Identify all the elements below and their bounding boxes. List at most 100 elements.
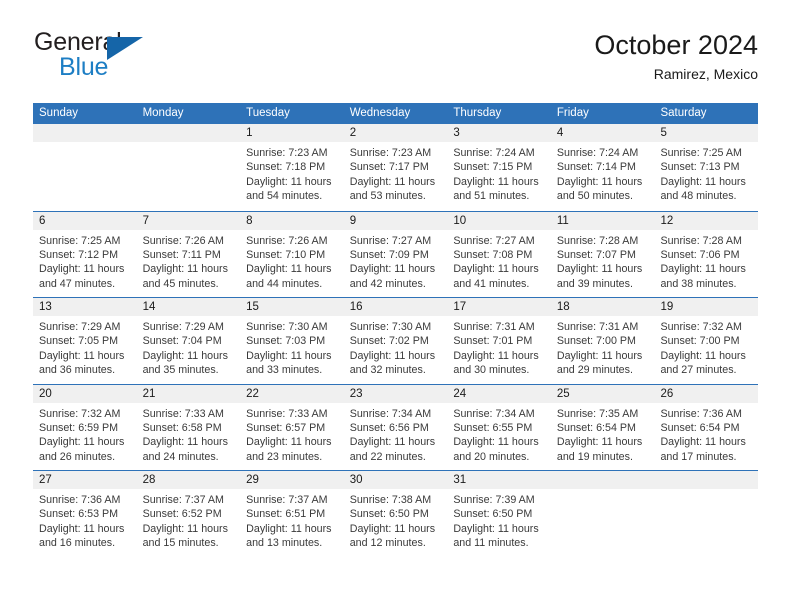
sunset-text: Sunset: 7:07 PM — [556, 248, 636, 261]
calendar-day-cell[interactable]: 6 Sunrise: 7:25 AM Sunset: 7:12 PM Daylight… — [33, 211, 137, 298]
day-number: 22 — [246, 387, 259, 400]
day-number-strip: 22 — [240, 384, 344, 403]
day-number-strip: 8 — [240, 211, 344, 230]
day-details: Sunrise: 7:32 AM Sunset: 6:59 PM Daylight:… — [33, 403, 137, 465]
calendar-day-cell[interactable]: 21 Sunrise: 7:33 AM Sunset: 6:58 PM Dayligh… — [136, 384, 241, 471]
day-details: Sunrise: 7:26 AM Sunset: 7:11 PM Daylight:… — [137, 230, 241, 292]
calendar-day-cell[interactable]: 9 Sunrise: 7:27 AM Sunset: 7:09 PM Daylight… — [343, 211, 448, 298]
brand-name-bottom: Blue — [59, 53, 109, 81]
day-number-strip: 13 — [33, 298, 137, 316]
day-number-strip: 6 — [33, 211, 137, 230]
day-number-strip: 15 — [240, 298, 344, 316]
day-details: Sunrise: 7:27 AM Sunset: 7:09 PM Daylight:… — [344, 230, 448, 292]
title-block: October 2024 Ramirez, Mexico — [594, 30, 758, 83]
day-number: 25 — [556, 387, 570, 400]
daylight-text: Daylight: 11 hours and 11 minutes. — [453, 522, 539, 550]
day-number-strip: 17 — [447, 298, 551, 316]
sunrise-text: Sunrise: 7:38 AM — [349, 494, 432, 506]
sunset-text: Sunset: 7:13 PM — [660, 161, 740, 174]
weekday-header-wednesday: Wednesday — [349, 107, 411, 119]
calendar-day-cell[interactable]: 19 Sunrise: 7:32 AM Sunset: 7:00 PM Dayligh… — [654, 298, 759, 384]
day-details: Sunrise: 7:37 AM Sunset: 6:51 PM Daylight:… — [240, 489, 344, 551]
day-number-strip: 16 — [343, 298, 448, 316]
sunrise-text: Sunrise: 7:35 AM — [556, 407, 639, 420]
calendar-day-cell[interactable]: 10 Sunrise: 7:27 AM Sunset: 7:08 PM Dayligh… — [447, 211, 551, 298]
day-number-strip — [654, 471, 759, 489]
sunrise-text: Sunrise: 7:28 AM — [556, 234, 639, 247]
sunset-text: Sunset: 7:09 PM — [349, 248, 429, 261]
calendar-day-cell[interactable]: 31 Sunrise: 7:39 AM Sunset: 6:50 PM Dayligh… — [447, 471, 551, 557]
day-number: 17 — [453, 301, 467, 313]
calendar-day-cell[interactable]: 2 Sunrise: 7:23 AM Sunset: 7:17 PM Daylight… — [343, 124, 448, 211]
calendar-day-cell[interactable]: 27 Sunrise: 7:36 AM Sunset: 6:53 PM Dayligh… — [33, 471, 137, 557]
sunrise-text: Sunrise: 7:34 AM — [453, 407, 535, 420]
day-details: Sunrise: 7:30 AM Sunset: 7:03 PM Daylight:… — [240, 316, 344, 378]
calendar-day-cell[interactable]: 15 Sunrise: 7:30 AM Sunset: 7:03 PM Dayligh… — [240, 298, 344, 384]
calendar-day-cell[interactable]: 1 Sunrise: 7:23 AM Sunset: 7:18 PM Daylight… — [240, 124, 344, 211]
sunset-text: Sunset: 7:15 PM — [453, 161, 533, 174]
daylight-text: Daylight: 11 hours and 42 minutes. — [349, 263, 436, 290]
day-number: 29 — [246, 474, 259, 486]
day-number: 14 — [142, 301, 156, 313]
calendar-day-cell[interactable]: 23 Sunrise: 7:34 AM Sunset: 6:56 PM Dayligh… — [343, 384, 448, 471]
day-number: 3 — [453, 127, 460, 139]
calendar-page: General Blue October 2024 Ramirez, Mexic… — [0, 0, 792, 612]
calendar-day-cell[interactable]: 4 Sunrise: 7:24 AM Sunset: 7:14 PM Daylight… — [550, 124, 655, 211]
page-subtitle: Ramirez, Mexico — [653, 66, 758, 83]
calendar-day-cell[interactable]: 8 Sunrise: 7:26 AM Sunset: 7:10 PM Daylight… — [240, 211, 344, 298]
day-details: Sunrise: 7:31 AM Sunset: 7:00 PM Daylight:… — [551, 316, 655, 378]
calendar-day-cell[interactable]: 24 Sunrise: 7:34 AM Sunset: 6:55 PM Dayligh… — [447, 384, 551, 471]
calendar-day-cell[interactable]: 7 Sunrise: 7:26 AM Sunset: 7:11 PM Daylight… — [136, 211, 241, 298]
day-number-strip: 10 — [447, 211, 551, 230]
daylight-text: Daylight: 11 hours and 32 minutes. — [349, 349, 436, 377]
sunrise-text: Sunrise: 7:24 AM — [556, 147, 639, 159]
day-number-strip: 11 — [550, 211, 655, 230]
calendar-day-cell[interactable]: 26 Sunrise: 7:36 AM Sunset: 6:54 PM Dayligh… — [654, 384, 759, 471]
daylight-text: Daylight: 11 hours and 47 minutes. — [39, 263, 125, 290]
sunrise-text: Sunrise: 7:29 AM — [142, 321, 224, 333]
sunset-text: Sunset: 6:55 PM — [453, 421, 533, 434]
sunset-text: Sunset: 7:12 PM — [39, 248, 119, 261]
day-number: 31 — [453, 474, 467, 486]
calendar-day-cell[interactable]: 14 Sunrise: 7:29 AM Sunset: 7:04 PM Dayligh… — [136, 298, 241, 384]
sunset-text: Sunset: 6:53 PM — [39, 508, 119, 521]
day-number-strip: 1 — [240, 124, 344, 142]
day-number-strip: 25 — [550, 384, 655, 403]
brand-logo[interactable]: General Blue — [34, 30, 214, 86]
calendar-day-cell[interactable]: 16 Sunrise: 7:30 AM Sunset: 7:02 PM Dayligh… — [343, 298, 448, 384]
calendar-day-cell[interactable]: 17 Sunrise: 7:31 AM Sunset: 7:01 PM Dayligh… — [447, 298, 551, 384]
day-details: Sunrise: 7:37 AM Sunset: 6:52 PM Daylight:… — [137, 489, 241, 551]
day-details: Sunrise: 7:26 AM Sunset: 7:10 PM Daylight:… — [240, 230, 344, 292]
day-number-strip: 23 — [343, 384, 448, 403]
day-details: Sunrise: 7:23 AM Sunset: 7:18 PM Daylight:… — [240, 142, 344, 204]
calendar-day-cell[interactable]: 22 Sunrise: 7:33 AM Sunset: 6:57 PM Dayligh… — [240, 384, 344, 471]
sunrise-text: Sunrise: 7:30 AM — [246, 321, 328, 333]
calendar-day-cell[interactable]: 30 Sunrise: 7:38 AM Sunset: 6:50 PM Dayligh… — [343, 471, 448, 557]
day-details: Sunrise: 7:34 AM Sunset: 6:55 PM Daylight:… — [447, 403, 551, 465]
calendar-day-cell[interactable]: 20 Sunrise: 7:32 AM Sunset: 6:59 PM Dayligh… — [33, 384, 137, 471]
calendar-day-cell[interactable]: 18 Sunrise: 7:31 AM Sunset: 7:00 PM Dayligh… — [550, 298, 655, 384]
daylight-text: Daylight: 11 hours and 26 minutes. — [39, 436, 125, 463]
sunrise-text: Sunrise: 7:28 AM — [660, 234, 742, 247]
calendar-day-cell[interactable]: 29 Sunrise: 7:37 AM Sunset: 6:51 PM Dayligh… — [240, 471, 344, 557]
calendar-day-cell[interactable]: 13 Sunrise: 7:29 AM Sunset: 7:05 PM Dayligh… — [33, 298, 137, 384]
day-details: Sunrise: 7:24 AM Sunset: 7:15 PM Daylight:… — [447, 142, 551, 204]
calendar-cell-empty — [550, 471, 655, 557]
daylight-text: Daylight: 11 hours and 12 minutes. — [349, 522, 436, 550]
calendar-day-cell[interactable]: 28 Sunrise: 7:37 AM Sunset: 6:52 PM Dayligh… — [136, 471, 241, 557]
day-details: Sunrise: 7:38 AM Sunset: 6:50 PM Daylight:… — [344, 489, 448, 551]
day-number-strip: 14 — [136, 298, 241, 316]
day-number-strip: 12 — [654, 211, 759, 230]
day-number-strip: 29 — [240, 471, 344, 489]
day-details: Sunrise: 7:23 AM Sunset: 7:17 PM Daylight:… — [344, 142, 448, 204]
triangle-icon — [107, 37, 143, 60]
calendar-day-cell[interactable]: 11 Sunrise: 7:28 AM Sunset: 7:07 PM Dayligh… — [550, 211, 655, 298]
day-details: Sunrise: 7:25 AM Sunset: 7:13 PM Daylight:… — [654, 142, 758, 204]
day-number: 15 — [246, 301, 259, 313]
daylight-text: Daylight: 11 hours and 50 minutes. — [556, 175, 643, 203]
calendar-day-cell[interactable]: 5 Sunrise: 7:25 AM Sunset: 7:13 PM Daylight… — [654, 124, 759, 211]
calendar-day-cell[interactable]: 25 Sunrise: 7:35 AM Sunset: 6:54 PM Dayligh… — [550, 384, 655, 471]
calendar-day-cell[interactable]: 3 Sunrise: 7:24 AM Sunset: 7:15 PM Daylight… — [447, 124, 551, 211]
daylight-text: Daylight: 11 hours and 16 minutes. — [39, 522, 125, 550]
calendar-day-cell[interactable]: 12 Sunrise: 7:28 AM Sunset: 7:06 PM Dayligh… — [654, 211, 759, 298]
